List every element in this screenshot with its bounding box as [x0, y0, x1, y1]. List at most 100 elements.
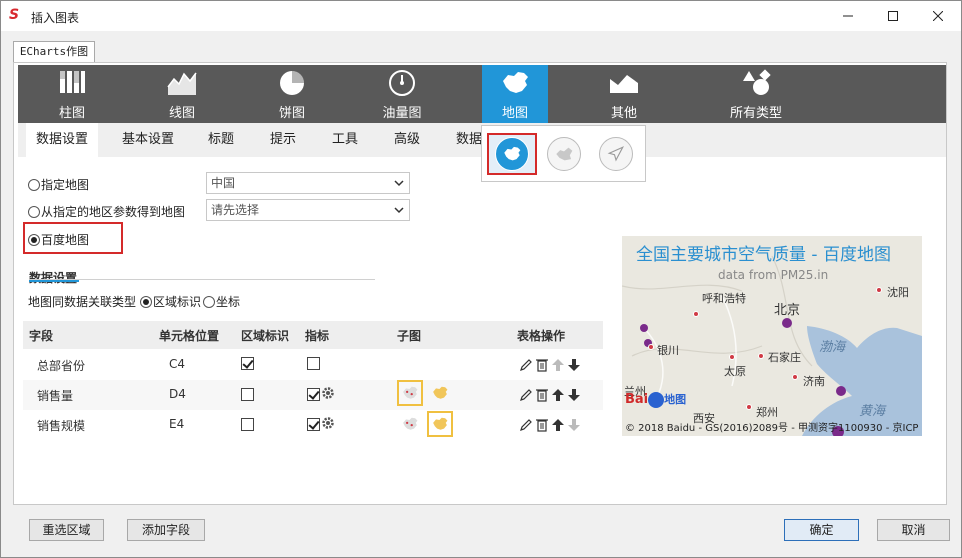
city-label: 沈阳 — [887, 286, 909, 299]
tab-tooltip[interactable]: 提示 — [260, 123, 306, 157]
china-map-icon — [503, 72, 528, 93]
radio-baidu-map[interactable]: 百度地图 — [28, 231, 89, 248]
radio-map-from-param[interactable]: 从指定的地区参数得到地图 — [28, 203, 185, 220]
map-option-province[interactable] — [539, 133, 589, 175]
ok-button[interactable]: 确定 — [784, 519, 859, 541]
cancel-button[interactable]: 取消 — [877, 519, 950, 541]
radio-label: 指定地图 — [41, 178, 90, 192]
logo-text: Bai — [625, 392, 649, 407]
chart-type-gauge[interactable]: 油量图 — [369, 65, 435, 123]
radio-region-id[interactable] — [140, 295, 153, 308]
region-checkbox[interactable] — [241, 388, 254, 401]
city-label: 银川 — [657, 344, 679, 357]
section-divider — [29, 279, 375, 280]
edit-icon[interactable] — [519, 387, 533, 402]
radio-coordinate[interactable] — [203, 295, 216, 308]
city-label: 太原 — [724, 365, 746, 378]
radio-label: 区域标识 — [153, 295, 202, 309]
radio-button[interactable] — [28, 178, 40, 191]
minimize-button[interactable] — [825, 1, 871, 31]
map-option-china[interactable] — [487, 133, 537, 175]
scatter-map-icon — [403, 386, 418, 399]
tab-advanced[interactable]: 高级 — [384, 123, 430, 157]
close-button[interactable] — [915, 1, 961, 31]
map-option-flight[interactable] — [591, 133, 641, 175]
tab-basic-settings[interactable]: 基本设置 — [116, 123, 180, 157]
param-select[interactable]: 请先选择 — [206, 199, 410, 221]
shapes-icon — [743, 69, 771, 95]
city-label: 呼和浩特 — [702, 292, 746, 305]
region-checkbox[interactable] — [241, 357, 254, 370]
metric-checkbox[interactable] — [307, 388, 320, 401]
baidu-logo: Bai 地图 — [625, 391, 686, 408]
link-type-row: 地图同数据关联类型 区域标识 坐标 — [28, 293, 240, 310]
region-checkbox[interactable] — [241, 418, 254, 431]
gear-icon[interactable] — [321, 416, 335, 430]
cell-position: C4 — [169, 357, 186, 371]
chart-type-label: 线图 — [168, 106, 195, 121]
city-label: 北京 — [774, 303, 801, 318]
cell-position: E4 — [169, 417, 185, 431]
maximize-button[interactable] — [870, 1, 916, 31]
tab-data-settings[interactable]: 数据设置 — [26, 123, 98, 157]
sea-label: 黄海 — [859, 404, 886, 419]
delete-icon[interactable] — [535, 417, 549, 432]
move-down-icon[interactable] — [567, 417, 581, 432]
reselect-region-button[interactable]: 重选区域 — [29, 519, 104, 541]
move-down-icon[interactable] — [567, 357, 581, 372]
chart-type-map[interactable]: 地图 — [482, 65, 548, 123]
region-select[interactable]: 中国 — [206, 172, 410, 194]
chart-type-bar-chart[interactable]: 柱图 — [39, 65, 105, 123]
sub-chart-map-option[interactable] — [397, 380, 423, 406]
sea-label: 渤海 — [819, 340, 846, 355]
bar-chart-icon — [60, 71, 85, 93]
metric-checkbox[interactable] — [307, 357, 320, 370]
city-marker — [746, 404, 752, 410]
paw-icon — [648, 391, 665, 408]
tab-title[interactable]: 标题 — [198, 123, 244, 157]
add-field-button[interactable]: 添加字段 — [127, 519, 205, 541]
sub-chart-map-option[interactable] — [397, 411, 423, 437]
delete-icon[interactable] — [535, 387, 549, 402]
radio-button[interactable] — [28, 205, 40, 218]
delete-icon[interactable] — [535, 357, 549, 372]
radio-specified-map[interactable]: 指定地图 — [28, 176, 89, 193]
radio-button[interactable] — [28, 233, 40, 246]
move-up-icon[interactable] — [551, 417, 565, 432]
edit-icon[interactable] — [519, 357, 533, 372]
insert-chart-dialog: S 插入图表 ECharts作图 柱图 线图 饼图 油量图 地图 其他 所有类型… — [0, 0, 962, 558]
scatter-map-icon — [403, 417, 418, 430]
column-header: 子图 — [397, 329, 422, 343]
city-label: 郑州 — [756, 406, 778, 419]
preview-title: 全国主要城市空气质量 - 百度地图 — [636, 245, 891, 265]
map-copyright: © 2018 Baidu - GS(2016)2089号 - 甲测资字11009… — [625, 423, 919, 434]
sub-chart-map-option[interactable] — [427, 411, 453, 437]
preview-subtitle: data from PM25.in — [718, 268, 829, 282]
minimize-icon — [843, 15, 853, 17]
chart-type-label: 所有类型 — [729, 106, 782, 121]
region-map-icon — [433, 417, 448, 430]
table-row: 销售量 D4 — [23, 380, 603, 410]
city-marker — [648, 344, 654, 350]
chart-type-other[interactable]: 其他 — [591, 65, 657, 123]
move-down-icon[interactable] — [567, 387, 581, 402]
tab-echarts[interactable]: ECharts作图 — [13, 41, 95, 63]
sub-chart-map-option[interactable] — [427, 380, 453, 406]
region-select-value: 中国 — [211, 176, 236, 190]
move-up-icon[interactable] — [551, 387, 565, 402]
chart-type-line-chart[interactable]: 线图 — [149, 65, 215, 123]
province-map-option-icon — [556, 147, 573, 161]
edit-icon[interactable] — [519, 417, 533, 432]
tab-tools[interactable]: 工具 — [322, 123, 368, 157]
chart-type-all[interactable]: 所有类型 — [711, 65, 801, 123]
section-title: 数据设置 — [29, 271, 78, 285]
move-up-icon[interactable] — [551, 357, 565, 372]
field-grid-header: 字段 单元格位置 区域标识 指标 子图 表格操作 — [23, 321, 603, 349]
chevron-down-icon — [394, 207, 404, 214]
metric-checkbox[interactable] — [307, 418, 320, 431]
chart-type-pie-chart[interactable]: 饼图 — [259, 65, 325, 123]
link-type-label: 地图同数据关联类型 — [28, 295, 137, 309]
chart-type-label: 其他 — [610, 106, 637, 121]
column-header: 指标 — [305, 329, 330, 343]
gear-icon[interactable] — [321, 386, 335, 400]
